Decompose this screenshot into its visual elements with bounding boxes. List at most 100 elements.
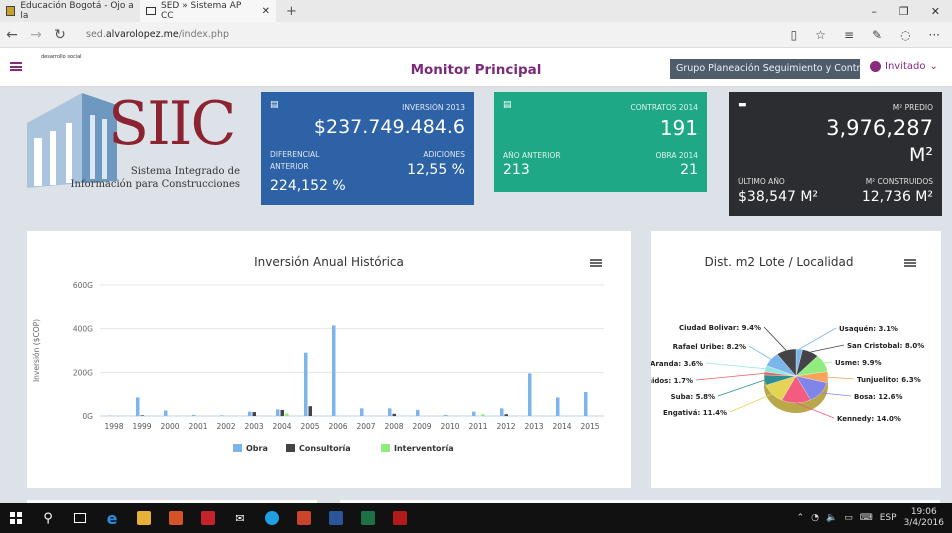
bar-obra (472, 411, 476, 416)
forward-arrow-icon[interactable]: → (24, 27, 48, 43)
x-tick-label: 1999 (132, 422, 151, 431)
new-tab-button[interactable]: + (286, 4, 297, 19)
share-icon[interactable]: ◌ (900, 28, 910, 42)
pie-label: Usme: 9.9% (835, 359, 882, 367)
pie-connector (799, 327, 837, 350)
contratos-value: 191 (659, 116, 698, 140)
volume-icon[interactable]: 🔈 (826, 513, 837, 523)
reading-view-icon[interactable]: ▯ (791, 28, 798, 42)
x-tick-label: 2011 (468, 422, 487, 431)
logo-title: SIIC (108, 89, 236, 159)
close-tab-icon[interactable]: ✕ (262, 6, 270, 17)
bar-interventoría (285, 413, 289, 416)
pie-label: Tunjuelito: 6.3% (857, 376, 921, 384)
bar-obra (220, 415, 224, 416)
obra-label: OBRA 2014 (655, 151, 698, 160)
obra-value: 21 (680, 162, 698, 178)
back-arrow-icon[interactable]: ← (0, 27, 24, 43)
file-explorer-icon[interactable] (128, 511, 160, 525)
legend-label: Consultoría (299, 444, 351, 453)
x-tick-label: 2002 (216, 422, 235, 431)
x-tick-label: 2013 (524, 422, 543, 431)
bar-chart: 600G 400G 200G 0G Inversión ($COP) 1998 1999 20… (32, 281, 604, 453)
favorite-star-icon[interactable]: ☆ (815, 28, 826, 42)
acrobat-icon[interactable] (384, 511, 416, 525)
x-tick-label: 2003 (244, 422, 263, 431)
bar-obra (500, 408, 504, 416)
ultimo-anio-label: ÚLTIMO AÑO (738, 177, 785, 186)
maximize-button[interactable]: ❐ (899, 5, 909, 18)
hub-icon[interactable]: ≡ (844, 28, 854, 42)
contract-icon: ▤ (503, 100, 512, 110)
pie-connector (810, 344, 845, 353)
more-icon[interactable]: ··· (929, 28, 940, 42)
notification-icon[interactable]: ▭ (844, 513, 853, 523)
pie-label: Bosa: 12.6% (854, 393, 903, 401)
page-icon (146, 7, 156, 15)
bar-consultoría (140, 415, 144, 416)
legend-swatch (286, 444, 295, 452)
window-controls: – ❐ ✕ (871, 5, 952, 18)
bar-obra (556, 397, 560, 416)
store-icon[interactable] (160, 511, 192, 525)
legend-label: Interventoría (394, 444, 454, 453)
address-bar: ← → ↻ sed.alvarolopez.me/index.php ▯ ☆ ≡… (0, 22, 952, 48)
bar-obra (332, 325, 336, 416)
bar-obra (444, 414, 448, 416)
close-window-button[interactable]: ✕ (931, 5, 940, 18)
x-tick-label: 2012 (496, 422, 515, 431)
header-logo-caption: desarrollo social (41, 54, 82, 60)
bar-obra (248, 411, 252, 416)
bar-consultoría (504, 414, 508, 416)
x-tick-label: 2009 (412, 422, 431, 431)
x-tick-label: 2007 (356, 422, 375, 431)
user-menu[interactable]: Invitado ⌄ (870, 61, 938, 72)
anterior-label: ANTERIOR (270, 162, 309, 171)
pie-connector (717, 379, 765, 397)
word-icon[interactable] (320, 511, 352, 525)
system-tray: ⌃ ◔ 🔈 ▭ ⌨ ESP 19:06 3/4/2016 (797, 507, 952, 529)
adiciones-value: 12,55 % (407, 162, 465, 178)
web-note-icon[interactable]: ✎ (872, 28, 882, 42)
x-tick-label: 2005 (300, 422, 319, 431)
pie-label: San Cristobal: 8.0% (847, 342, 924, 350)
task-view-icon[interactable] (64, 513, 96, 523)
pie-connector (763, 326, 787, 351)
pie-connector (824, 361, 833, 364)
skype-icon[interactable] (256, 511, 288, 525)
legend-label: Obra (246, 444, 268, 453)
start-windows-icon[interactable] (0, 512, 32, 524)
bar-consultoría (280, 409, 284, 416)
x-tick-label: 2000 (160, 422, 179, 431)
tab-sed-sistema[interactable]: SED » Sistema AP CC ✕ (140, 0, 276, 22)
x-tick-label: 2004 (272, 422, 291, 431)
mail-icon[interactable]: ✉ (224, 512, 256, 525)
antivirus-icon[interactable] (192, 511, 224, 525)
url-field[interactable]: sed.alvarolopez.me/index.php (86, 29, 791, 40)
minimize-button[interactable]: – (871, 5, 877, 18)
clock[interactable]: 19:06 3/4/2016 (904, 507, 944, 529)
inversion-value: $237.749.484.6 (313, 116, 465, 138)
money-icon: ▤ (270, 100, 279, 110)
excel-icon[interactable] (352, 511, 384, 525)
chevron-up-icon[interactable]: ⌃ (797, 513, 805, 523)
legend-swatch (233, 444, 242, 452)
refresh-icon[interactable]: ↻ (48, 27, 72, 43)
predio-value: 3,976,287 (826, 116, 933, 140)
edge-browser-icon[interactable]: e (96, 509, 128, 528)
search-icon[interactable]: ⚲ (32, 511, 64, 526)
y-axis-label: Inversión ($COP) (32, 319, 41, 382)
keyboard-icon[interactable]: ⌨ (860, 513, 873, 523)
x-tick-label: 2008 (384, 422, 403, 431)
language-indicator[interactable]: ESP (880, 513, 897, 523)
clock-date: 3/4/2016 (903, 518, 944, 528)
network-icon[interactable]: ◔ (811, 513, 819, 523)
inversion-label: INVERSIÓN 2013 (402, 103, 465, 112)
tab-educacion-bogota[interactable]: Educación Bogotá - Ojo a la (0, 0, 140, 22)
powerpoint-icon[interactable] (288, 511, 320, 525)
pie-label: Barrios Unidos: 1.7% (651, 377, 693, 385)
pie-connector (827, 376, 855, 380)
user-avatar-icon (870, 61, 881, 72)
chevron-down-icon: ⌄ (929, 61, 938, 72)
localidad-chart-panel: Dist. m2 Lote / Localidad Usaquén: 3.1% S… (651, 231, 941, 488)
